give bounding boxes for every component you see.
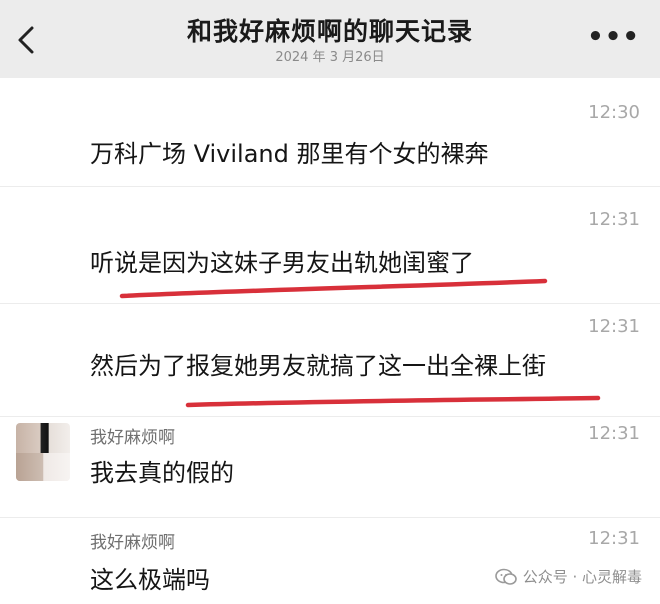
watermark: 公众号 · 心灵解毒 [494, 566, 642, 587]
underline-stroke [119, 278, 548, 299]
annotation-underlines [119, 278, 601, 408]
underline-stroke [185, 395, 601, 408]
watermark-text: 公众号 · 心灵解毒 [522, 568, 642, 586]
wechat-icon [494, 568, 517, 585]
